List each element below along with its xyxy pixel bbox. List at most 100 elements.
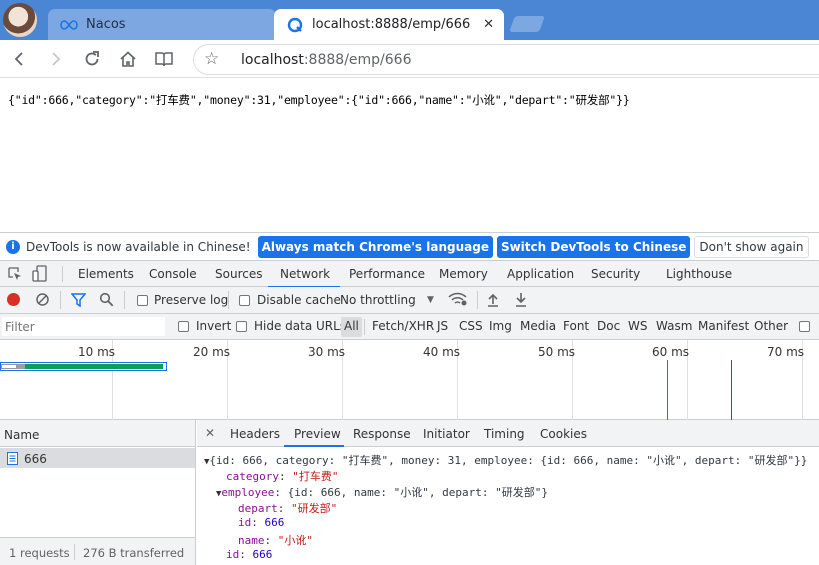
preserve-log-label: Preserve log (154, 293, 229, 307)
disable-cache-checkbox[interactable] (239, 295, 250, 306)
reading-mode-icon[interactable] (152, 47, 176, 71)
name-column-header[interactable]: Name (4, 428, 39, 442)
tab-console[interactable]: Console (149, 267, 197, 281)
filter-type-wasm[interactable]: Wasm (656, 319, 692, 333)
tab-application[interactable]: Application (507, 267, 574, 281)
inspect-element-icon[interactable] (7, 266, 23, 285)
tab-security[interactable]: Security (591, 267, 640, 281)
timeline-label: 50 ms (538, 345, 576, 359)
preview-key: name (238, 534, 265, 547)
tab-sources[interactable]: Sources (215, 267, 262, 281)
tab-localhost[interactable]: localhost:8888/emp/666 ✕ (274, 9, 504, 40)
filter-bar: Invert Hide data URLs All Fetch/XHR JS C… (0, 314, 819, 340)
filter-type-img[interactable]: Img (489, 319, 512, 333)
timeline-label: 40 ms (423, 345, 461, 359)
table-row[interactable]: 666 (0, 448, 195, 468)
divider (477, 291, 478, 309)
filter-type-media[interactable]: Media (520, 319, 556, 333)
upload-icon[interactable] (487, 292, 499, 310)
request-bar-stalled (17, 364, 25, 369)
dom-content-loaded-marker (667, 360, 668, 420)
requests-count: 1 requests (9, 546, 70, 560)
filter-type-doc[interactable]: Doc (597, 319, 620, 333)
tab-title: Nacos (86, 17, 126, 32)
tab-title: localhost:8888/emp/666 (312, 17, 471, 32)
divider (74, 544, 75, 560)
filter-type-js[interactable]: JS (437, 319, 448, 333)
star-icon[interactable]: ☆ (204, 49, 219, 69)
preview-row-emp-id: id: 666 (238, 516, 285, 529)
timeline-label: 30 ms (308, 345, 346, 359)
close-icon[interactable]: ✕ (483, 17, 494, 32)
preview-summary: {id: 666, category: "打车费", money: 31, em… (209, 454, 808, 467)
filter-type-font[interactable]: Font (563, 319, 589, 333)
blocked-requests-checkbox[interactable] (799, 321, 810, 332)
divider (228, 291, 229, 309)
divider (364, 319, 365, 335)
filter-type-all[interactable]: All (341, 317, 362, 337)
tab-response[interactable]: Response (353, 427, 411, 441)
requests-pane: Name 666 1 requests 276 B transferred (0, 420, 196, 565)
switch-chinese-button[interactable]: Switch DevTools to Chinese (496, 235, 691, 258)
filter-type-fetch[interactable]: Fetch/XHR (372, 319, 434, 333)
throttling-select[interactable]: No throttling (340, 293, 416, 307)
preview-employee-summary: {id: 666, name: "小讹", depart: "研发部"} (287, 486, 548, 499)
close-icon[interactable]: ✕ (205, 426, 215, 440)
tab-memory[interactable]: Memory (439, 267, 488, 281)
tab-headers[interactable]: Headers (230, 427, 280, 441)
match-language-button[interactable]: Always match Chrome's language (257, 235, 493, 258)
info-icon: i (6, 239, 20, 254)
infinity-icon (60, 16, 78, 34)
divider (124, 291, 125, 309)
devtools-infobar: i DevTools is now available in Chinese! … (0, 232, 819, 260)
preview-root-row[interactable]: ▼{id: 666, category: "打车费", money: 31, e… (204, 452, 807, 468)
filter-type-manifest[interactable]: Manifest (698, 319, 749, 333)
preview-row-name: name: "小讹" (238, 534, 313, 547)
filter-type-ws[interactable]: WS (628, 319, 647, 333)
home-icon[interactable] (116, 47, 140, 71)
address-bar[interactable]: ☆ localhost:8888/emp/666 (193, 44, 819, 75)
tab-preview[interactable]: Preview (294, 427, 341, 441)
filter-input[interactable] (2, 317, 165, 336)
back-icon[interactable] (8, 47, 32, 71)
tab-network[interactable]: Network (280, 267, 330, 281)
reload-icon[interactable] (80, 47, 104, 71)
timeline-label: 20 ms (193, 345, 231, 359)
preview-value: "小讹" (277, 534, 313, 547)
hide-data-urls-checkbox[interactable] (236, 321, 247, 332)
filter-icon[interactable] (70, 293, 87, 310)
request-bar-waiting (25, 364, 163, 369)
record-icon[interactable] (7, 293, 20, 306)
hide-data-urls-label: Hide data URLs (254, 319, 347, 333)
document-icon (7, 452, 18, 468)
request-bar (0, 362, 167, 371)
network-conditions-icon[interactable] (448, 292, 468, 310)
chevron-down-icon[interactable]: ▼ (427, 295, 434, 305)
forward-icon[interactable] (43, 47, 67, 71)
preview-value: 666 (264, 516, 285, 529)
preview-row-employee[interactable]: ▼employee: {id: 666, name: "小讹", depart:… (216, 484, 548, 500)
invert-checkbox[interactable] (178, 321, 189, 332)
tab-cookies[interactable]: Cookies (540, 427, 587, 441)
profile-avatar[interactable] (3, 3, 37, 37)
invert-label: Invert (196, 319, 232, 333)
download-icon[interactable] (515, 292, 527, 310)
timeline-label: 60 ms (652, 345, 690, 359)
tab-timing[interactable]: Timing (484, 427, 525, 441)
filter-type-css[interactable]: CSS (459, 319, 483, 333)
dont-show-again-button[interactable]: Don't show again (694, 235, 809, 258)
timeline-label: 10 ms (78, 345, 116, 359)
preserve-log-checkbox[interactable] (137, 295, 148, 306)
clear-icon[interactable] (35, 292, 50, 310)
tab-performance[interactable]: Performance (349, 267, 425, 281)
tab-nacos[interactable]: Nacos (48, 9, 276, 40)
new-tab-button[interactable] (509, 16, 545, 32)
filter-type-other[interactable]: Other (754, 319, 788, 333)
network-timeline: 10 ms 20 ms 30 ms 40 ms 50 ms 60 ms 70 m… (0, 340, 819, 420)
json-response-text: {"id":666,"category":"打车费","money":31,"e… (8, 93, 630, 107)
search-icon[interactable] (99, 292, 114, 310)
tab-initiator[interactable]: Initiator (423, 427, 470, 441)
tab-elements[interactable]: Elements (78, 267, 134, 281)
tab-lighthouse[interactable]: Lighthouse (666, 267, 732, 281)
device-toolbar-icon[interactable] (32, 265, 48, 286)
